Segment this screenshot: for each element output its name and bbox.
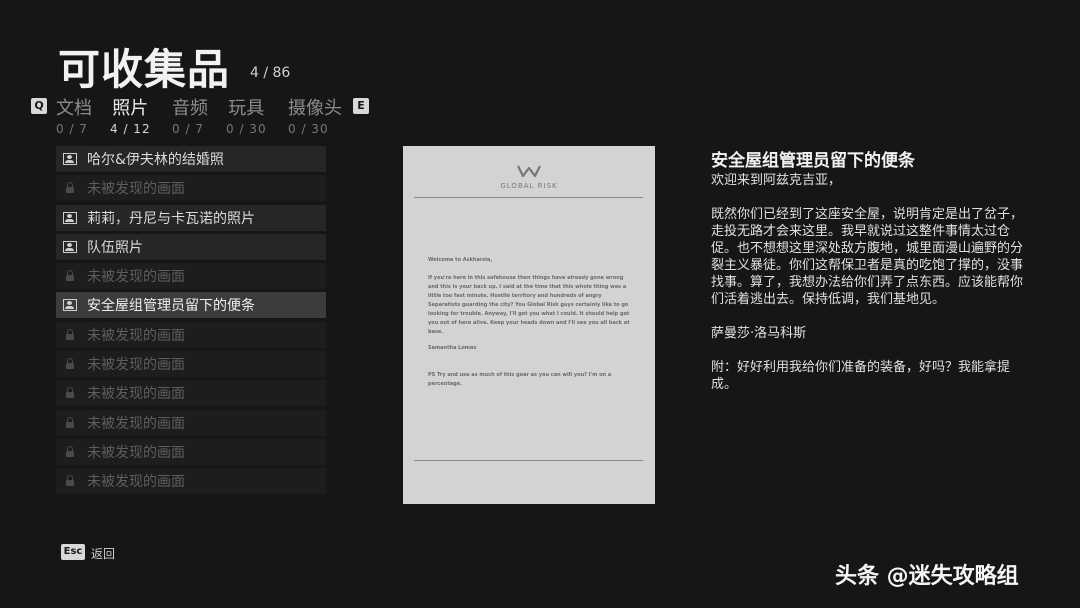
list-item-label: 未被发现的画面	[87, 415, 185, 432]
list-item-label: 未被发现的画面	[87, 327, 185, 344]
collected-count: 4 / 86	[250, 65, 291, 81]
tab-label: 照片	[112, 98, 149, 119]
tab-photos[interactable]: 照片 4 / 12	[110, 94, 151, 136]
list-item[interactable]: 未被发现的画面	[56, 175, 326, 202]
note-preview: GLOBAL RISK Welcome to Askharzia, If you…	[403, 146, 655, 504]
list-item-label: 未被发现的画面	[87, 474, 185, 491]
page-title: 可收集品	[58, 45, 231, 94]
photo-icon	[62, 298, 78, 312]
photo-icon	[62, 240, 78, 254]
prev-tab-key[interactable]: Q	[31, 98, 47, 114]
list-item[interactable]: 未被发现的画面	[56, 321, 326, 348]
list-item[interactable]: 未被发现的画面	[56, 468, 326, 495]
note-body: If you're here in this safehouse then th…	[428, 275, 630, 335]
list-item[interactable]: 未被发现的画面	[56, 438, 326, 465]
detail-ps: 附：好好利用我给你们准备的装备，好吗？我能拿提成。	[711, 360, 1011, 392]
back-button[interactable]: 返回	[91, 545, 115, 562]
tab-count: 0 / 7	[56, 122, 88, 136]
photo-icon	[62, 211, 78, 225]
lock-icon	[62, 328, 78, 342]
note-signature: Samantha Lomax	[428, 345, 477, 351]
detail-text: 欢迎来到阿兹克吉亚， 既然你们已经到了这座安全屋，说明肯定是出了岔子，走投无路才…	[711, 172, 1029, 410]
tab-count: 0 / 7	[172, 122, 204, 136]
lock-icon	[62, 416, 78, 430]
detail-body: 既然你们已经到了这座安全屋，说明肯定是出了岔子，走投无路才会来这里。我早就说过这…	[711, 207, 1024, 307]
list-item-label: 未被发现的画面	[87, 357, 185, 374]
list-item-label: 莉莉，丹尼与卡瓦诺的照片	[87, 210, 255, 227]
list-item[interactable]: 队伍照片	[56, 233, 326, 260]
note-divider	[414, 197, 643, 198]
note-greeting: Welcome to Askharzia,	[428, 257, 493, 263]
tab-label: 摄像头	[288, 98, 342, 119]
collectible-list: 哈尔&伊夫林的结婚照 未被发现的画面 莉莉，丹尼与卡瓦诺的照片 队伍照片 未被发…	[56, 146, 326, 498]
list-item-label: 未被发现的画面	[87, 181, 185, 198]
list-item[interactable]: 未被发现的画面	[56, 380, 326, 407]
list-item-label: 未被发现的画面	[87, 444, 185, 461]
lock-icon	[62, 386, 78, 400]
detail-title: 安全屋组管理员留下的便条	[711, 151, 915, 171]
list-item-label: 队伍照片	[87, 239, 143, 256]
list-item[interactable]: 哈尔&伊夫林的结婚照	[56, 146, 326, 172]
global-risk-logo-icon	[517, 165, 541, 178]
esc-key[interactable]: Esc	[61, 544, 85, 560]
next-tab-key[interactable]: E	[353, 98, 369, 114]
list-item-label: 未被发现的画面	[87, 386, 185, 403]
tab-label: 玩具	[228, 98, 265, 119]
tab-label: 文档	[56, 98, 92, 119]
list-item[interactable]: 莉莉，丹尼与卡瓦诺的照片	[56, 204, 326, 231]
list-item-label: 哈尔&伊夫林的结婚照	[87, 152, 224, 168]
lock-icon	[62, 474, 78, 488]
tab-count: 0 / 30	[226, 122, 267, 136]
detail-greeting: 欢迎来到阿兹克吉亚，	[711, 173, 842, 188]
list-item[interactable]: 未被发现的画面	[56, 263, 326, 290]
tab-toys[interactable]: 玩具 0 / 30	[226, 94, 267, 136]
list-item[interactable]: 未被发现的画面	[56, 409, 326, 436]
tab-label: 音频	[172, 98, 208, 119]
list-item-selected[interactable]: 安全屋组管理员留下的便条	[56, 292, 326, 319]
photo-icon	[62, 152, 78, 166]
lock-icon	[62, 357, 78, 371]
tab-documents[interactable]: 文档 0 / 7	[56, 94, 92, 136]
list-item-label: 安全屋组管理员留下的便条	[87, 298, 255, 315]
lock-icon	[62, 269, 78, 283]
tab-count: 4 / 12	[110, 122, 151, 136]
tab-audio[interactable]: 音频 0 / 7	[172, 94, 208, 136]
lock-icon	[62, 181, 78, 195]
note-divider	[414, 460, 643, 461]
note-logo-text: GLOBAL RISK	[500, 182, 558, 190]
tab-count: 0 / 30	[288, 122, 329, 136]
watermark: 头条 @迷失攻略组	[835, 564, 1019, 589]
list-item-label: 未被发现的画面	[87, 269, 185, 286]
tab-cameras[interactable]: 摄像头 0 / 30	[288, 94, 342, 136]
lock-icon	[62, 445, 78, 459]
detail-signature: 萨曼莎·洛马科斯	[711, 326, 807, 341]
note-ps: PS Try and use as much of this gear as y…	[428, 372, 612, 387]
list-item[interactable]: 未被发现的画面	[56, 351, 326, 378]
